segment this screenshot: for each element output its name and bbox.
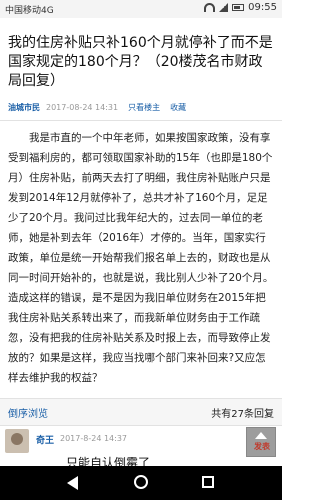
status-bar: 中国移动4G 09:55 <box>0 0 282 18</box>
reply-toolbar: 倒序浏览 共有27条回复 <box>0 398 282 426</box>
reverse-order-button[interactable]: 倒序浏览 <box>8 405 48 420</box>
recent-apps-icon[interactable] <box>198 472 220 494</box>
home-icon[interactable] <box>131 472 153 494</box>
post-reply-button[interactable]: 发表 <box>246 427 276 457</box>
signal-icon <box>219 3 229 12</box>
reply-timestamp: 2017-8-24 14:37 <box>60 434 127 443</box>
thread-timestamp: 2017-08-24 14:31 <box>46 102 119 112</box>
thread-body: 我是市直的一个中年老师，如果按国家政策，没有享受到福利房的，都可领取国家补助的1… <box>8 132 274 384</box>
thread-title: 我的住房补贴只补160个月就停补了而不是国家规定的180个月？（20楼茂名市财政… <box>8 35 273 89</box>
reply-count: 共有27条回复 <box>211 409 274 420</box>
arrow-up-icon <box>255 432 267 439</box>
carrier-label: 中国移动4G <box>5 6 54 16</box>
avatar[interactable] <box>5 429 29 453</box>
status-icons: 09:55 <box>204 2 277 13</box>
clock-time: 09:55 <box>248 2 277 13</box>
favorite-button[interactable]: 收藏 <box>170 102 186 113</box>
reply-author-link[interactable]: 奇王 <box>36 433 54 446</box>
thread-meta: 油城市民 2017-08-24 14:31 只看楼主 收藏 <box>8 101 186 113</box>
back-icon[interactable] <box>62 472 84 494</box>
divider <box>0 120 282 121</box>
battery-icon <box>232 4 245 11</box>
system-nav-bar <box>0 466 282 500</box>
wifi-icon <box>204 3 216 12</box>
thread-author-link[interactable]: 油城市民 <box>8 102 40 113</box>
post-reply-label: 发表 <box>254 442 270 451</box>
only-author-button[interactable]: 只看楼主 <box>128 102 160 113</box>
